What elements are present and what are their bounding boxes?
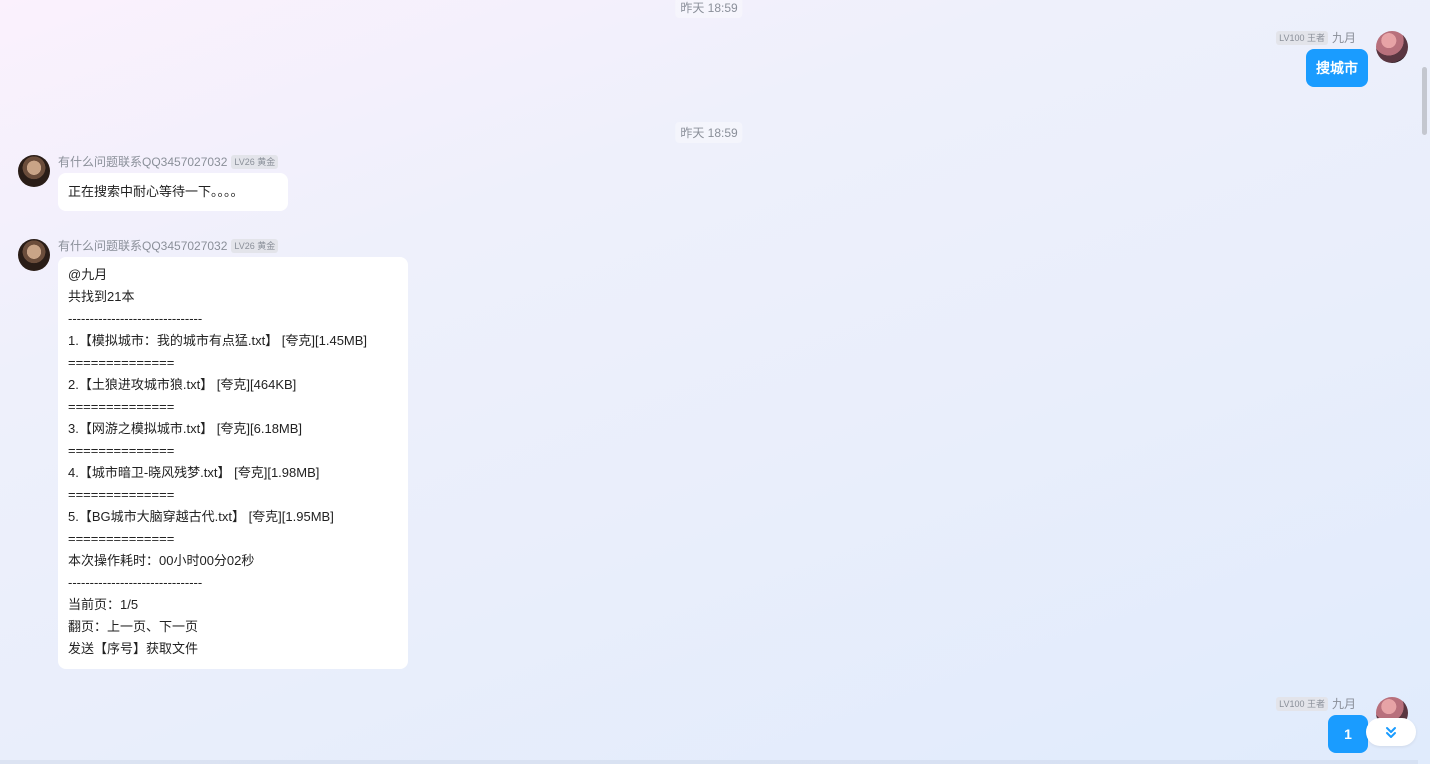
level-badge: LV100 王者 — [1276, 696, 1328, 711]
scrollbar[interactable] — [1418, 0, 1430, 764]
message-line: 4.【城市暗卫-晓风残梦.txt】 [夸克][1.98MB] — [68, 465, 320, 480]
message-line: 1.【模拟城市：我的城市有点猛.txt】 [夸克][1.45MB] — [68, 333, 368, 348]
message-line: ============== — [68, 443, 175, 458]
message-line: 2.【土狼进攻城市狼.txt】 [夸克][464KB] — [68, 377, 297, 392]
sender-name: 有什么问题联系QQ3457027032 — [58, 239, 228, 253]
level-badge: LV26 黄金 — [231, 154, 279, 169]
chat-area: 昨天 18:59 LV100 王者 九月 搜城市 昨天 18:59 有什么问题联… — [0, 0, 1418, 764]
sender-meta: LV100 王者 九月 — [1276, 29, 1356, 46]
avatar[interactable] — [18, 155, 50, 187]
scroll-to-bottom-button[interactable] — [1366, 718, 1416, 746]
message-line: 本次操作耗时：00小时00分02秒 — [68, 553, 255, 568]
message-line: 当前页：1/5 — [68, 597, 139, 612]
message-line: 发送【序号】获取文件 — [68, 641, 199, 656]
message-line: ============== — [68, 487, 175, 502]
scrollbar-thumb[interactable] — [1422, 67, 1427, 135]
message-line: 共找到21本 — [68, 289, 135, 304]
timestamp: 昨天 18:59 — [675, 0, 743, 18]
message-bubble-received[interactable]: @九月 共找到21本 -----------------------------… — [58, 257, 408, 669]
sender-meta: 有什么问题联系QQ3457027032 LV26 黄金 — [58, 153, 279, 170]
sender-name: 九月 — [1331, 31, 1356, 45]
message-line: 5.【BG城市大脑穿越古代.txt】 [夸克][1.95MB] — [68, 509, 334, 524]
timestamp: 昨天 18:59 — [675, 122, 743, 143]
sender-meta: 有什么问题联系QQ3457027032 LV26 黄金 — [58, 237, 279, 254]
message-line: ------------------------------- — [68, 575, 203, 590]
sender-meta: LV100 王者 九月 — [1276, 695, 1356, 712]
level-badge: LV100 王者 — [1276, 30, 1328, 45]
message-bubble-sent[interactable]: 1 — [1328, 715, 1368, 753]
message-line: ------------------------------- — [68, 311, 203, 326]
message-line: @九月 — [68, 267, 108, 282]
double-chevron-down-icon — [1386, 727, 1396, 738]
level-badge: LV26 黄金 — [231, 238, 279, 253]
message-bubble-sent[interactable]: 搜城市 — [1306, 49, 1368, 87]
divider — [0, 760, 1418, 764]
message-line: ============== — [68, 531, 175, 546]
message-line: ============== — [68, 399, 175, 414]
message-line: 3.【网游之模拟城市.txt】 [夸克][6.18MB] — [68, 421, 303, 436]
message-bubble-received[interactable]: 正在搜索中耐心等待一下。。。。 — [58, 173, 288, 211]
sender-name: 九月 — [1331, 697, 1356, 711]
sender-name: 有什么问题联系QQ3457027032 — [58, 155, 228, 169]
message-text: 正在搜索中耐心等待一下。。。。 — [68, 184, 244, 199]
message-line: 翻页：上一页、下一页 — [68, 619, 199, 634]
avatar[interactable] — [1376, 31, 1408, 63]
message-line: ============== — [68, 355, 175, 370]
avatar[interactable] — [18, 239, 50, 271]
